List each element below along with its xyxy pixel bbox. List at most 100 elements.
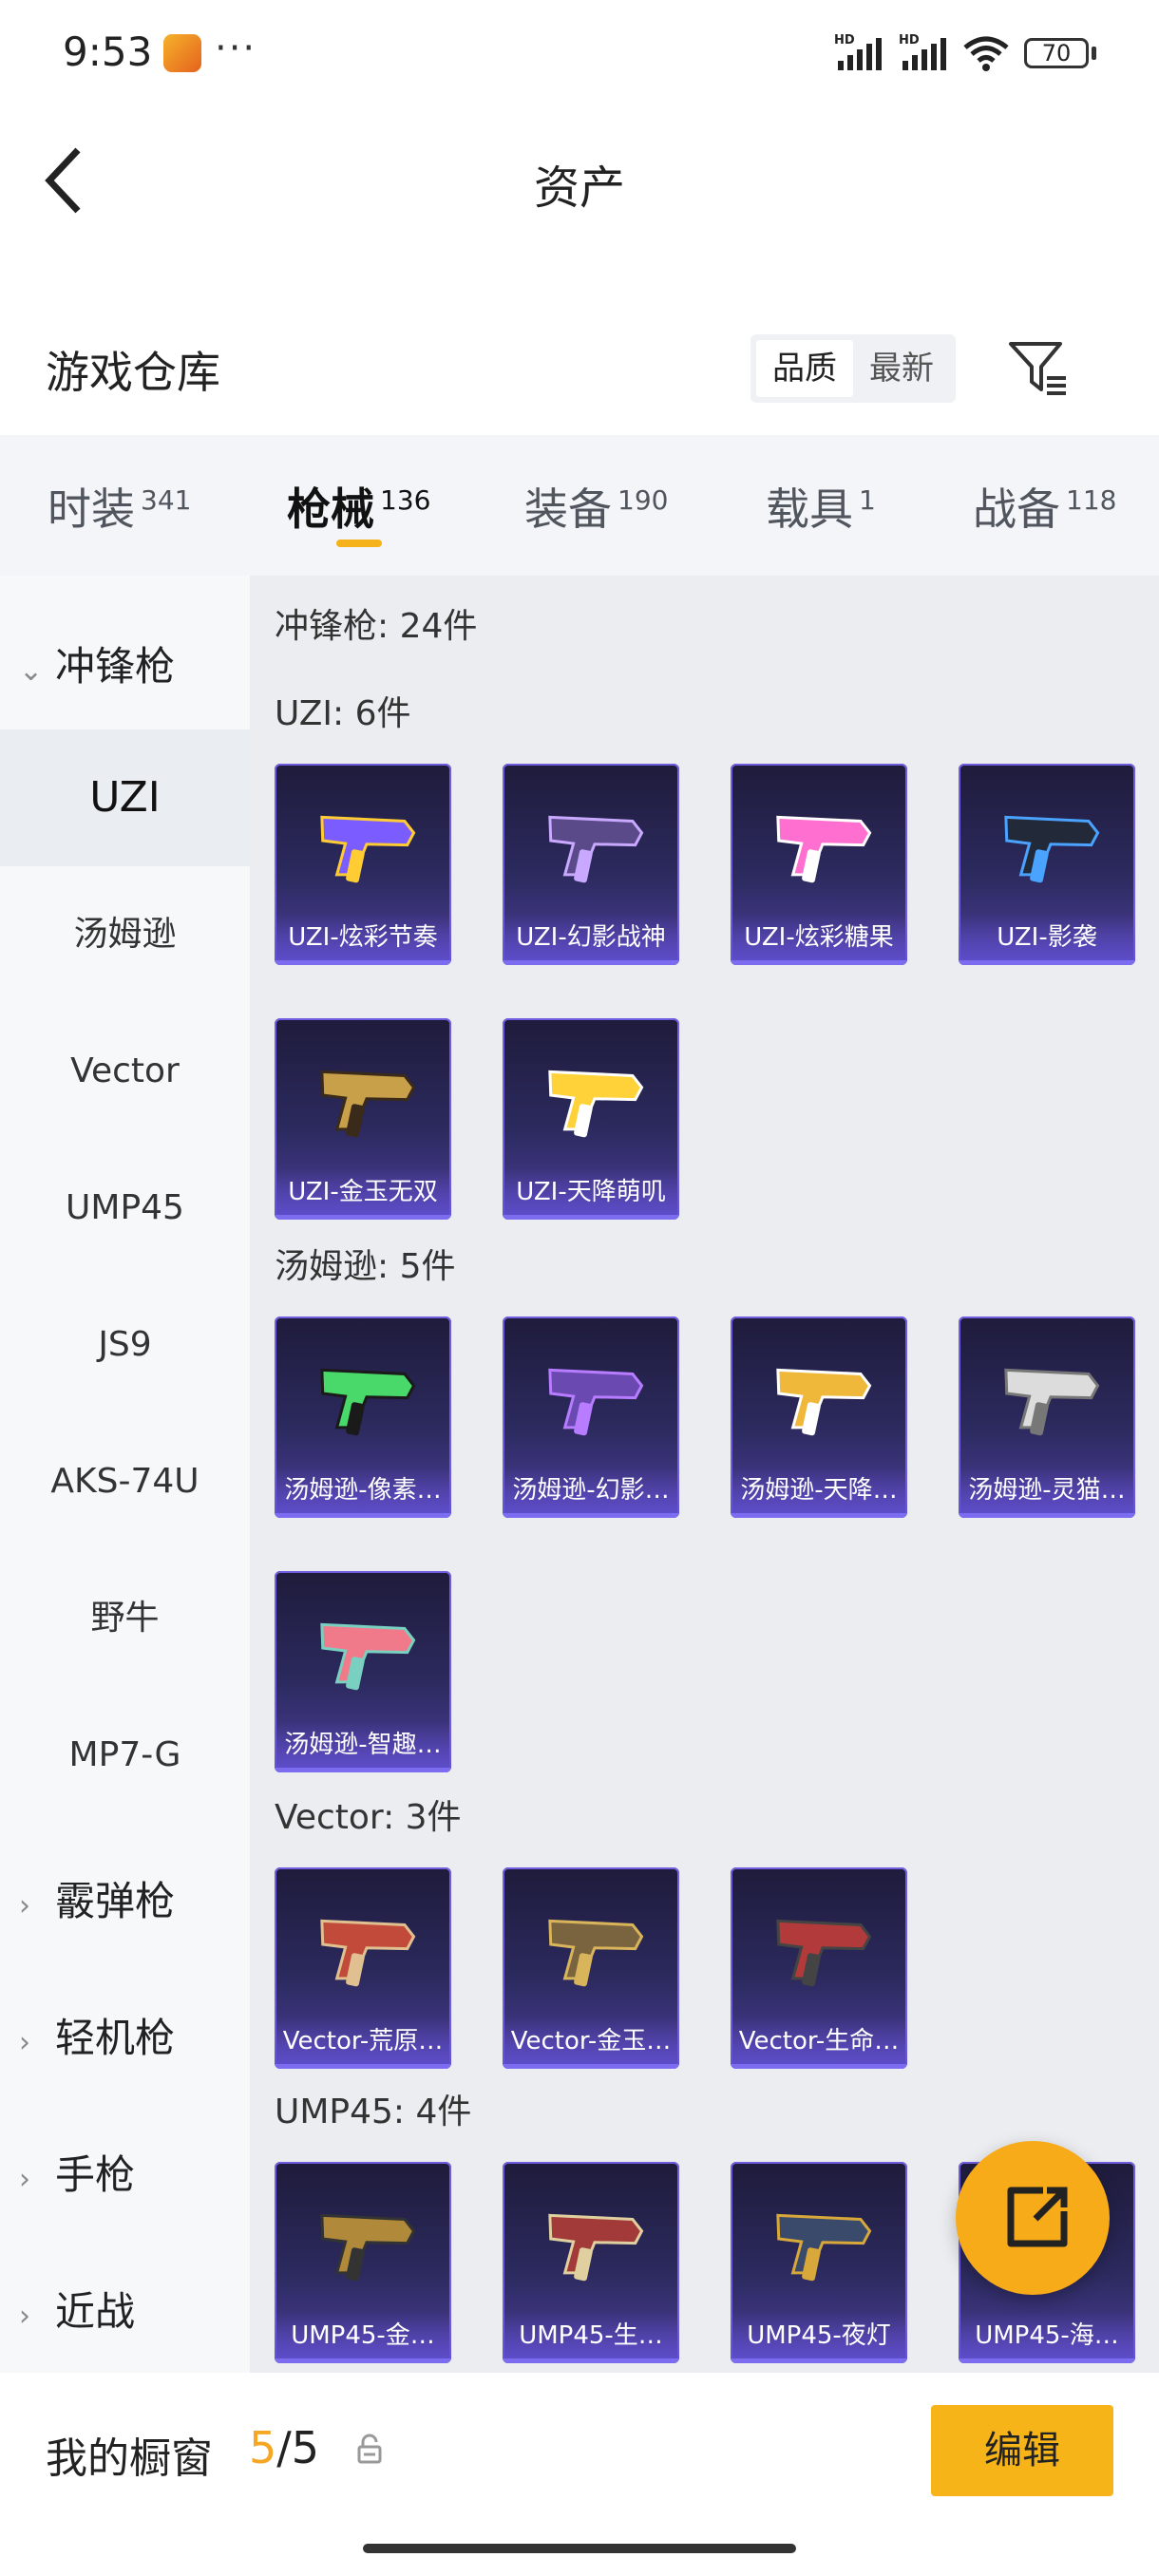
weapon-card[interactable]: UMP45-金… [275,2162,451,2363]
group-label: UMP45: 4件 [275,2093,472,2131]
sidebar-item-bizon[interactable]: 野牛 [0,1550,250,1687]
weapon-card[interactable]: 汤姆逊-天降… [731,1316,907,1518]
rarity-bar [731,960,907,965]
weapon-card[interactable]: 汤姆逊-像素… [275,1316,451,1518]
tab-count: 341 [141,483,192,516]
sidebar-category-label: 手枪 [55,2151,136,2198]
weapon-card[interactable]: UMP45-夜灯 [731,2162,907,2363]
group-label: UZI: 6件 [275,694,411,733]
edit-button[interactable]: 编辑 [931,2405,1113,2496]
sidebar-item-thompson[interactable]: 汤姆逊 [0,866,250,1003]
rarity-bar [731,1513,907,1518]
tab-combat-gear[interactable]: 战备 118 [973,475,1116,538]
weapon-image [548,1368,644,1436]
tab-count: 1 [859,483,876,516]
warehouse-title: 游戏仓库 [46,347,220,398]
weapon-image [548,1070,644,1138]
weapon-name: UMP45-夜灯 [731,2312,907,2359]
category-tabs: 时装 341 枪械 136 装备 190 载具 1 战备 118 [0,435,1159,576]
weapon-image [548,815,644,883]
sort-newest-button[interactable]: 最新 [853,340,950,397]
rarity-bar [275,1513,451,1518]
sidebar-category-pistol[interactable]: › 手枪 [0,2143,250,2201]
rarity-bar [503,2064,679,2069]
weapon-card[interactable]: Vector-金玉… [503,1867,679,2069]
sidebar-item-vector[interactable]: Vector [0,1003,250,1140]
sidebar-item-uzi[interactable]: UZI [0,729,250,866]
rarity-bar [275,2064,451,2069]
chevron-right-icon: › [19,2300,30,2333]
chevron-right-icon: › [19,2026,30,2059]
showcase-current: 5 [249,2422,277,2473]
rarity-bar [275,1215,451,1220]
weapon-card[interactable]: 汤姆逊-灵猫… [959,1316,1135,1518]
tab-fashion[interactable]: 时装 341 [48,475,191,538]
weapon-name: UMP45-金… [275,2312,451,2359]
weapon-image [776,1919,872,1987]
rarity-bar [275,960,451,965]
filter-icon[interactable] [1007,338,1070,399]
weapon-image [320,1919,416,1987]
showcase-label: 我的橱窗 [46,2434,213,2483]
home-indicator[interactable] [363,2544,796,2553]
weapon-category-sidebar: ⌄ 冲锋枪 UZI 汤姆逊 Vector UMP45 JS9 AKS-74U 野牛… [0,576,250,2373]
tab-equipment[interactable]: 装备 190 [524,475,668,538]
weapon-name: UZI-炫彩节奏 [275,914,451,961]
rarity-bar [731,2358,907,2363]
sidebar-item-mp7g[interactable]: MP7-G [0,1687,250,1824]
tab-label: 装备 [524,483,612,535]
tab-count: 136 [380,483,431,516]
sidebar-category-smg[interactable]: ⌄ 冲锋枪 [0,635,250,692]
weapon-card[interactable]: UZI-幻影战神 [503,764,679,965]
sort-quality-button[interactable]: 品质 [756,340,853,397]
status-net1: HD [834,33,855,47]
sidebar-category-lmg[interactable]: › 轻机枪 [0,2006,250,2064]
sidebar-item-js9[interactable]: JS9 [0,1277,250,1413]
rarity-bar [959,960,1135,965]
weapon-name: 汤姆逊-幻影… [503,1467,679,1514]
tab-label: 载具 [766,483,853,535]
weapon-grid: 冲锋枪: 24件 UZI: 6件 UZI-炫彩节奏 UZI-幻影战神 UZI-炫彩糖果… [250,576,1159,2373]
share-icon[interactable] [956,2141,1110,2295]
showcase-max: 5 [291,2422,320,2473]
weapon-image [320,1368,416,1436]
weapon-name: 汤姆逊-像素… [275,1467,451,1514]
weapon-name: UZI-幻影战神 [503,914,679,961]
weapon-name: 汤姆逊-智趣… [275,1721,451,1769]
sidebar-category-melee[interactable]: › 近战 [0,2280,250,2338]
weapon-name: UMP45-生… [503,2312,679,2359]
chevron-right-icon: › [19,2163,30,2196]
weapon-card[interactable]: UZI-金玉无双 [275,1018,451,1220]
sidebar-category-label: 轻机枪 [55,2015,176,2061]
rarity-bar [959,2358,1135,2363]
tab-label: 时装 [48,483,135,535]
tab-label: 战备 [973,483,1060,535]
weapon-card[interactable]: UZI-影袭 [959,764,1135,965]
weapon-card[interactable]: UZI-天降萌叽 [503,1018,679,1220]
sidebar-category-label: 冲锋枪 [55,643,176,690]
battery-cap [1092,47,1096,60]
weapon-card[interactable]: UMP45-生… [503,2162,679,2363]
weapon-card[interactable]: Vector-荒原… [275,1867,451,2069]
weapon-image [320,1622,416,1691]
weapon-card[interactable]: 汤姆逊-智趣… [275,1571,451,1772]
sidebar-category-shotgun[interactable]: › 霰弹枪 [0,1869,250,1927]
tab-vehicles[interactable]: 载具 1 [766,475,876,538]
weapon-card[interactable]: UZI-炫彩节奏 [275,764,451,965]
app-notification-icon [163,34,201,72]
sidebar-item-aks74u[interactable]: AKS-74U [0,1413,250,1550]
page-title: 资产 [533,161,625,215]
tab-firearms[interactable]: 枪械 136 [287,475,430,538]
tab-label: 枪械 [287,483,374,535]
weapon-card[interactable]: 汤姆逊-幻影… [503,1316,679,1518]
sidebar-item-ump45[interactable]: UMP45 [0,1140,250,1277]
weapon-name: UZI-影袭 [959,914,1135,961]
weapon-image [776,2213,872,2282]
rarity-bar [275,2358,451,2363]
showcase-count: 5/5 [249,2422,319,2473]
weapon-image [776,815,872,883]
signal-icon: HD [834,33,882,70]
weapon-card[interactable]: UZI-炫彩糖果 [731,764,907,965]
group-label: 汤姆逊: 5件 [275,1247,456,1286]
weapon-card[interactable]: Vector-生命… [731,1867,907,2069]
